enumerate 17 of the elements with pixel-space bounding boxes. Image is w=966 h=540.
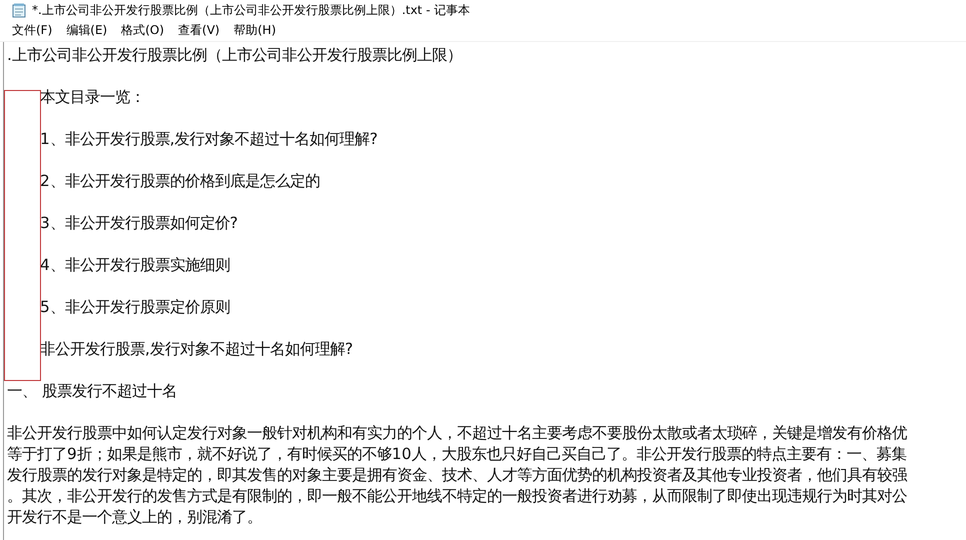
- menu-item[interactable]: 格式(O): [115, 20, 170, 40]
- menu-item[interactable]: 文件(F): [6, 20, 58, 40]
- menu-item[interactable]: 编辑(E): [60, 20, 114, 40]
- text-line: 4、非公开发行股票实施细则: [40, 256, 230, 274]
- text-line: 2、非公开发行股票的价格到底是怎么定的: [40, 172, 320, 190]
- text-line: 5、非公开发行股票定价原则: [40, 298, 230, 316]
- text-line: 1、非公开发行股票,发行对象不超过十名如何理解?: [40, 130, 378, 148]
- notepad-icon: [12, 2, 26, 18]
- paragraph: 非公开发行股票中如何认定发行对象一般针对机构和有实力的个人，不超过十名主要考虑不要股份太散或者太琐碎，关键是增发有价格优 等于打了9折；如果是熊市，就不好说了，有时候买的不够10人，大股东也只好自己买自己了。非公开发行股票的特点主要有：一、募集 发行股票的发行对象是特定的，即其发售的对象主要是拥有资金、技术、人才等方面优势的机构投资者及其他专业投资者，他们具有较强 。其次，非公开发行的发售方式是有限制的，即一般不能公开地线不特定的一般投资者进行劝募，从而限制了即使出现违规行为时其对公 开发行不是一个意义上的，别混淆了。: [7, 423, 908, 528]
- text-line: 3、非公开发行股票如何定价?: [40, 214, 238, 232]
- window-title: *.上市公司非公开发行股票比例（上市公司非公开发行股票比例上限）.txt - 记事本: [32, 2, 470, 18]
- text-line: 一、 股票发行不超过十名: [7, 382, 177, 400]
- text-line: 本文目录一览：: [40, 88, 145, 106]
- text-line: 非公开发行股票,发行对象不超过十名如何理解?: [40, 340, 354, 358]
- text-line: .上市公司非公开发行股票比例（上市公司非公开发行股票比例上限）: [7, 46, 462, 64]
- menu-item[interactable]: 帮助(H): [228, 20, 282, 40]
- menu-item[interactable]: 查看(V): [172, 20, 226, 40]
